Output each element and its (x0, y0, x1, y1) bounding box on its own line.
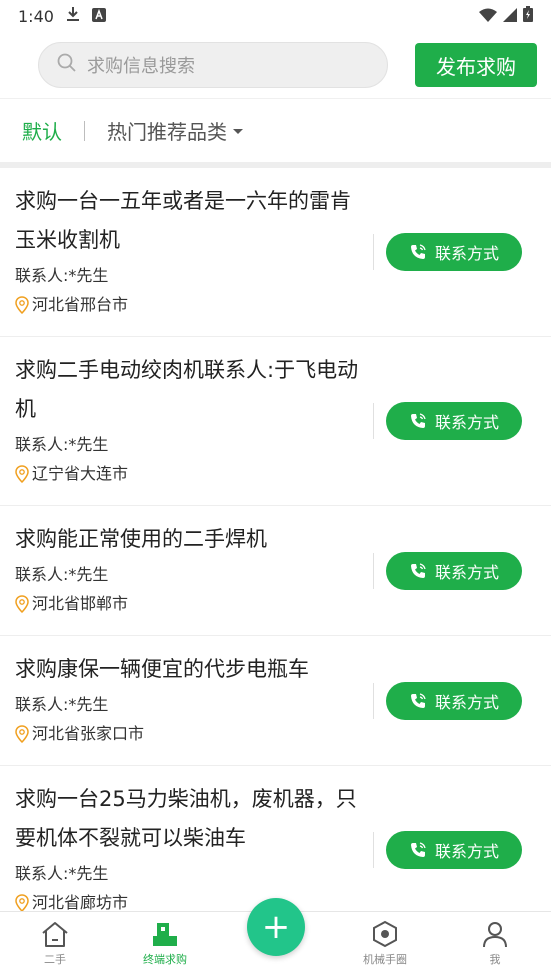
item-action: 联系方式 (373, 766, 522, 934)
status-bar: 1:40 (0, 0, 551, 32)
machinery-circle-icon (373, 920, 397, 948)
vertical-divider (373, 552, 374, 589)
item-action: 联系方式 (373, 337, 522, 505)
search-placeholder: 求购信息搜索 (87, 56, 195, 77)
header: 求购信息搜索 发布求购 (0, 32, 551, 98)
item-location-text: 辽宁省大连市 (32, 464, 129, 483)
status-time: 1:40 (18, 6, 54, 26)
nav-item-purchase[interactable]: 终端求购 (120, 920, 210, 967)
contact-button[interactable]: 联系方式 (386, 551, 522, 590)
contact-button[interactable]: 联系方式 (386, 681, 522, 720)
list-item[interactable]: 求购一台一五年或者是一六年的雷肯玉米收割机 联系人:*先生 河北省邢台市 联系方… (0, 168, 551, 337)
publish-purchase-button[interactable]: 发布求购 (415, 43, 537, 87)
nav-machinery-label: 机械手圈 (363, 953, 407, 966)
filter-divider (84, 120, 85, 141)
vertical-divider (373, 234, 374, 270)
nav-item-me[interactable]: 我 (450, 920, 540, 967)
phone-icon (410, 692, 426, 708)
user-icon (483, 922, 507, 948)
item-action: 联系方式 (373, 168, 522, 336)
location-pin-icon (15, 725, 29, 743)
item-location-text: 河北省邢台市 (32, 295, 129, 314)
search-input[interactable]: 求购信息搜索 (38, 42, 388, 88)
download-icon (66, 6, 80, 26)
item-title: 求购二手电动绞肉机联系人:于飞电动机 (15, 358, 359, 421)
signal-icon (503, 7, 517, 26)
nav-me-label: 我 (489, 953, 501, 966)
contact-button[interactable]: 联系方式 (386, 402, 522, 440)
add-fab-button[interactable]: + (247, 898, 305, 956)
contact-button-label: 联系方式 (434, 692, 499, 712)
contact-button-label: 联系方式 (434, 842, 499, 861)
item-title: 求购一台一五年或者是一六年的雷肯玉米收割机 (15, 189, 351, 252)
wifi-icon (479, 7, 497, 26)
nav-home-label: 二手 (44, 953, 66, 966)
item-title: 求购康保一辆便宜的代步电瓶车 (15, 657, 309, 681)
filter-default-tab[interactable]: 默认 (22, 116, 62, 145)
search-icon (57, 53, 87, 77)
location-pin-icon (15, 595, 29, 613)
item-action: 联系方式 (373, 506, 522, 635)
location-pin-icon (15, 894, 29, 912)
list-item[interactable]: 求购能正常使用的二手焊机 联系人:*先生 河北省邯郸市 联系方式 (0, 506, 551, 636)
phone-icon (410, 244, 426, 259)
home-icon (42, 922, 68, 947)
item-title: 求购一台25马力柴油机，废机器，只要机体不裂就可以柴油车 (15, 787, 357, 850)
filter-category-dropdown[interactable]: 热门推荐品类 (107, 116, 243, 145)
location-pin-icon (15, 296, 29, 314)
item-location-text: 河北省张家口市 (32, 724, 145, 743)
vertical-divider (373, 682, 374, 719)
purchase-icon (153, 923, 177, 946)
filter-bar: 默认 热门推荐品类 (0, 98, 551, 162)
plus-icon: + (261, 907, 291, 947)
nav-item-home[interactable]: 二手 (10, 920, 100, 967)
filter-category-label: 热门推荐品类 (107, 120, 227, 144)
contact-button[interactable]: 联系方式 (386, 233, 522, 271)
item-location-text: 河北省邯郸市 (32, 594, 129, 613)
nav-purchase-label: 终端求购 (143, 953, 187, 966)
location-pin-icon (15, 465, 29, 483)
contact-button[interactable]: 联系方式 (386, 831, 522, 869)
app-notification-icon (91, 7, 106, 26)
phone-icon (410, 562, 426, 578)
phone-icon (410, 842, 426, 857)
contact-button-label: 联系方式 (434, 562, 499, 582)
purchase-list: 求购一台一五年或者是一六年的雷肯玉米收割机 联系人:*先生 河北省邢台市 联系方… (0, 168, 551, 935)
list-item[interactable]: 求购康保一辆便宜的代步电瓶车 联系人:*先生 河北省张家口市 联系方式 (0, 636, 551, 766)
nav-item-machinery[interactable]: 机械手圈 (340, 920, 430, 967)
phone-icon (410, 413, 426, 428)
item-title: 求购能正常使用的二手焊机 (15, 527, 267, 551)
item-action: 联系方式 (373, 636, 522, 765)
vertical-divider (373, 832, 374, 868)
caret-down-icon (233, 129, 243, 134)
contact-button-label: 联系方式 (434, 413, 499, 432)
contact-button-label: 联系方式 (434, 244, 499, 263)
list-item[interactable]: 求购二手电动绞肉机联系人:于飞电动机 联系人:*先生 辽宁省大连市 联系方式 (0, 337, 551, 506)
vertical-divider (373, 403, 374, 439)
battery-icon (523, 6, 533, 26)
